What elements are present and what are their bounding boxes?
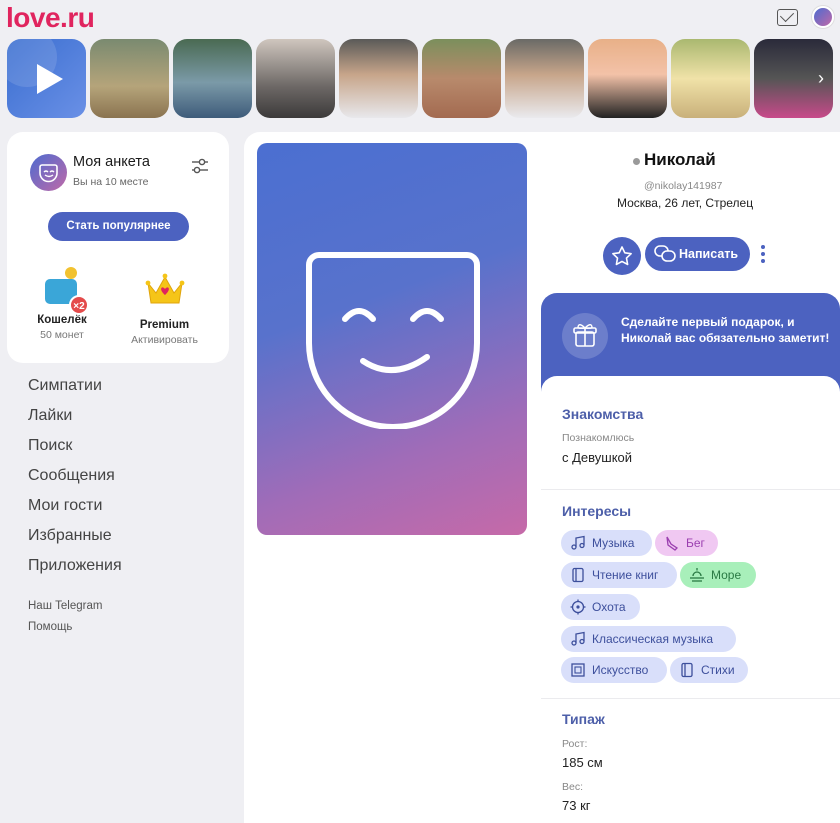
star-icon — [612, 246, 632, 266]
envelope-icon[interactable] — [777, 9, 798, 26]
premium-label: Premium — [139, 319, 190, 331]
music-note-icon — [571, 631, 585, 646]
dating-label: Познакомлюсь — [562, 432, 635, 444]
story-item[interactable] — [671, 39, 750, 118]
height-label: Рост: — [562, 738, 588, 750]
stories-strip — [7, 39, 833, 118]
interest-tag-music[interactable]: Музыка — [561, 530, 652, 556]
divider — [541, 698, 840, 699]
sidebar-item-messages[interactable]: Сообщения — [28, 466, 122, 496]
logo-text: lo — [6, 2, 30, 33]
interest-tag-art[interactable]: Искусство — [561, 657, 667, 683]
offline-status-dot — [633, 158, 640, 165]
crown-icon — [145, 273, 184, 304]
premium-activate-link[interactable]: Активировать — [127, 334, 202, 346]
mask-avatar-icon[interactable] — [30, 154, 67, 191]
dating-section-title: Знакомства — [562, 406, 644, 422]
sneaker-icon — [666, 536, 679, 551]
more-options-icon[interactable] — [756, 242, 770, 266]
telegram-link[interactable]: Наш Telegram — [28, 600, 102, 612]
story-item[interactable] — [90, 39, 169, 118]
multiplier-badge: ×2 — [69, 295, 89, 315]
weight-value: 73 кг — [562, 798, 591, 813]
user-avatar-button[interactable] — [812, 6, 834, 28]
become-popular-button[interactable]: Стать популярнее — [48, 212, 189, 241]
crosshair-icon — [570, 599, 586, 615]
story-item[interactable] — [505, 39, 584, 118]
my-profile-card: Моя анкета Вы на 10 месте Стать популярн… — [7, 132, 229, 363]
story-item[interactable] — [422, 39, 501, 118]
my-profile-title[interactable]: Моя анкета — [73, 154, 150, 170]
gift-banner-text: Сделайте первый подарок, и Николай вас о… — [621, 315, 830, 345]
wallet-label: Кошелёк — [37, 314, 87, 326]
interest-tag-sea[interactable]: Море — [680, 562, 756, 588]
sunset-icon — [690, 568, 704, 582]
divider — [541, 489, 840, 490]
music-note-icon — [571, 535, 585, 550]
picture-frame-icon — [571, 663, 585, 677]
sidebar-item-sympathies[interactable]: Симпатии — [28, 376, 122, 406]
chevron-right-icon[interactable]: › — [811, 68, 831, 88]
story-item[interactable] — [339, 39, 418, 118]
profile-name: Николай — [644, 150, 716, 169]
sidebar-item-likes[interactable]: Лайки — [28, 406, 122, 436]
sidebar-item-favorites[interactable]: Избранные — [28, 526, 122, 556]
logo-text-rest: ve.ru — [29, 2, 95, 33]
profile-photo[interactable] — [257, 143, 527, 535]
wallet-icon: ×2 — [39, 265, 89, 315]
story-play-button[interactable] — [7, 39, 86, 118]
profile-nickname: @nikolay141987 — [644, 180, 723, 192]
story-item[interactable] — [588, 39, 667, 118]
type-section-title: Типаж — [562, 711, 605, 727]
profile-location-age: Москва, 26 лет, Стрелец — [617, 196, 754, 210]
wallet-widget[interactable]: ×2 Кошелёк 50 монет — [32, 265, 92, 341]
mask-avatar-icon — [306, 252, 480, 429]
interests-section-title: Интересы — [562, 503, 632, 519]
profile-info: Знакомства Познакомлюсь с Девушкой Интер… — [541, 376, 840, 823]
height-value: 185 см — [562, 755, 603, 770]
sliders-icon[interactable] — [191, 157, 209, 175]
weight-label: Вес: — [562, 781, 584, 793]
sidebar-item-search[interactable]: Поиск — [28, 436, 122, 466]
book-icon — [572, 567, 584, 583]
book-icon — [681, 662, 693, 678]
help-link[interactable]: Помощь — [28, 621, 72, 633]
wallet-value: 50 монет — [40, 329, 84, 341]
write-button-label: Написать — [679, 247, 739, 261]
write-message-button[interactable]: Написать — [645, 237, 750, 271]
story-item[interactable] — [173, 39, 252, 118]
interest-tag-running[interactable]: Бег — [655, 530, 718, 556]
sidebar-item-apps[interactable]: Приложения — [28, 556, 122, 586]
interest-tag-hunting[interactable]: Охота — [561, 594, 640, 620]
interest-tag-reading[interactable]: Чтение книг — [561, 562, 677, 588]
dating-value: с Девушкой — [562, 450, 633, 465]
story-item[interactable] — [256, 39, 335, 118]
play-icon — [36, 63, 63, 94]
interest-tag-poems[interactable]: Стихи — [670, 657, 748, 683]
favorite-button[interactable] — [603, 237, 641, 275]
gift-icon — [562, 313, 608, 359]
sidebar-menu: Симпатии Лайки Поиск Сообщения Мои гости… — [28, 376, 122, 586]
site-logo[interactable]: love.ru — [6, 2, 95, 34]
premium-widget[interactable]: Premium Активировать — [127, 265, 202, 346]
interest-tag-classical-music[interactable]: Классическая музыка — [561, 626, 736, 652]
profile-panel: Николай @nikolay141987 Москва, 26 лет, С… — [244, 132, 840, 823]
rank-text: Вы на 10 месте — [73, 176, 149, 188]
sidebar-item-guests[interactable]: Мои гости — [28, 496, 122, 526]
chat-bubbles-icon — [654, 245, 676, 262]
